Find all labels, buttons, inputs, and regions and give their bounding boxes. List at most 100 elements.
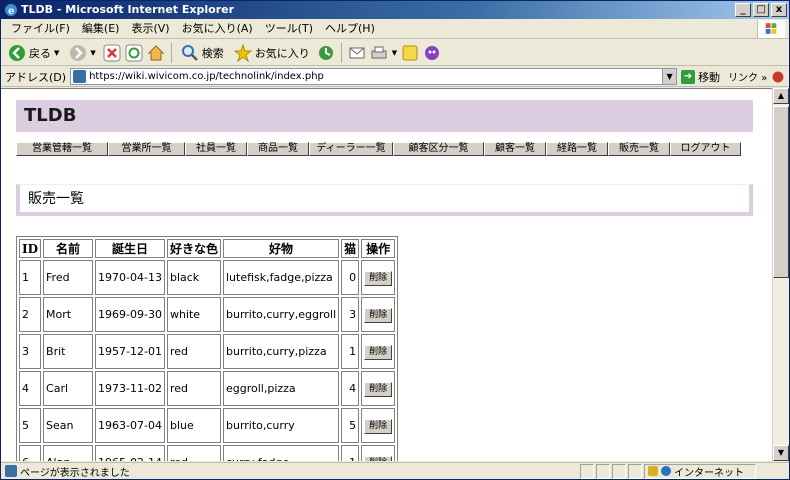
- nav-customers[interactable]: 顧客一覧: [484, 142, 546, 156]
- cell-cats: 0: [341, 260, 360, 295]
- cell-name: Mort: [43, 297, 94, 332]
- cell-actions: 削除: [361, 445, 396, 461]
- chevron-down-icon: ▼: [54, 48, 60, 57]
- cell-cats: 1: [341, 334, 360, 369]
- delete-button[interactable]: 削除: [364, 455, 393, 461]
- cell-color: black: [166, 260, 221, 295]
- favorites-button[interactable]: お気に入り: [231, 42, 313, 64]
- cell-cats: 3: [341, 297, 360, 332]
- status-cell: [612, 463, 626, 479]
- address-bar: アドレス(D) https://wiki.wivicom.co.jp/techn…: [1, 67, 789, 87]
- delete-button[interactable]: 削除: [364, 418, 393, 434]
- translate-icon[interactable]: [771, 70, 785, 84]
- vertical-scrollbar[interactable]: ▲ ▼: [772, 88, 789, 461]
- standard-toolbar: 戻る ▼ ▼ 検索 お気に入り ▼: [1, 40, 789, 66]
- delete-button[interactable]: 削除: [364, 344, 393, 360]
- scroll-up-icon[interactable]: ▲: [773, 88, 789, 104]
- go-arrow-icon: ➜: [681, 69, 696, 84]
- nav-products[interactable]: 商品一覧: [247, 142, 309, 156]
- zone-label: インターネット: [674, 467, 744, 479]
- links-button[interactable]: リンク »: [724, 69, 767, 84]
- cell-cats: 4: [341, 371, 360, 406]
- nav-sales[interactable]: 販売一覧: [608, 142, 670, 156]
- table-row: 4 Carl 1973-11-02 red eggroll,pizza 4 削除: [19, 371, 396, 406]
- cell-name: Alan: [43, 445, 94, 461]
- col-favorite-color: 好きな色: [166, 239, 221, 258]
- forward-button[interactable]: ▼: [66, 42, 98, 64]
- chevron-down-icon: ▼: [90, 48, 96, 57]
- menu-help[interactable]: ヘルプ(H): [319, 19, 381, 39]
- delete-button[interactable]: 削除: [364, 381, 393, 397]
- chevron-down-icon[interactable]: ▼: [662, 69, 677, 84]
- home-icon[interactable]: [147, 44, 165, 62]
- lock-icon: [648, 466, 658, 476]
- cell-cats: 5: [341, 408, 360, 443]
- cell-actions: 削除: [361, 408, 396, 443]
- nav-sales-jurisdiction[interactable]: 営業管轄一覧: [16, 142, 108, 156]
- menu-view[interactable]: 表示(V): [125, 19, 175, 39]
- cell-actions: 削除: [361, 260, 396, 295]
- sales-table: ID 名前 誕生日 好きな色 好物 猫 操作 1 Fred 1970-04-13 bl…: [16, 236, 399, 461]
- delete-button[interactable]: 削除: [364, 270, 393, 286]
- maximize-button[interactable]: □: [753, 3, 769, 17]
- title-bar: e TLDB - Microsoft Internet Explorer _ □…: [1, 1, 789, 19]
- nav-logout[interactable]: ログアウト: [670, 142, 741, 156]
- cell-food: lutefisk,fadge,pizza: [222, 260, 340, 295]
- menu-tools[interactable]: ツール(T): [259, 19, 319, 39]
- cell-birthday: 1973-11-02: [95, 371, 165, 406]
- close-button[interactable]: x: [771, 3, 787, 17]
- cell-name: Fred: [43, 260, 94, 295]
- cell-food: curry,fadge: [222, 445, 340, 461]
- nav-sales-office[interactable]: 営業所一覧: [108, 142, 185, 156]
- address-input[interactable]: https://wiki.wivicom.co.jp/technolink/in…: [70, 68, 678, 85]
- cell-id: 1: [19, 260, 42, 295]
- menu-bar: ファイル(F) 編集(E) 表示(V) お気に入り(A) ツール(T) ヘルプ(…: [1, 19, 789, 39]
- chevron-down-icon[interactable]: ▼: [392, 49, 397, 57]
- nav-employees[interactable]: 社員一覧: [185, 142, 247, 156]
- window-controls: _ □ x: [735, 3, 787, 17]
- go-button[interactable]: ➜ 移動: [681, 69, 720, 85]
- cell-cats: 1: [341, 445, 360, 461]
- scroll-down-icon[interactable]: ▼: [773, 445, 789, 461]
- back-button[interactable]: 戻る ▼: [5, 42, 62, 64]
- stop-icon[interactable]: [103, 44, 121, 62]
- ie-logo-icon: e: [5, 4, 17, 17]
- minimize-button[interactable]: _: [735, 3, 751, 17]
- svg-text:e: e: [8, 6, 14, 17]
- nav-customer-categories[interactable]: 顧客区分一覧: [393, 142, 484, 156]
- col-favorite-food: 好物: [222, 239, 340, 258]
- refresh-icon[interactable]: [125, 44, 143, 62]
- nav-routes[interactable]: 経路一覧: [546, 142, 608, 156]
- main-nav: 営業管轄一覧 営業所一覧 社員一覧 商品一覧 ディーラー一覧 顧客区分一覧 顧客…: [16, 142, 741, 156]
- col-actions: 操作: [361, 239, 396, 258]
- table-row: 6Alan1965-02-14redcurry,fadge1 削除: [19, 445, 396, 461]
- cell-id: 4: [19, 371, 42, 406]
- messenger-icon[interactable]: [423, 44, 441, 62]
- cell-name: Carl: [43, 371, 94, 406]
- search-button[interactable]: 検索: [178, 42, 227, 64]
- cell-food: burrito,curry,pizza: [222, 334, 340, 369]
- table-row: 2 Mort 1969-09-30 white burrito,curry,eggrol…: [19, 297, 396, 332]
- cell-id: 3: [19, 334, 42, 369]
- address-label: アドレス(D): [5, 70, 67, 84]
- menu-edit[interactable]: 編集(E): [76, 19, 126, 39]
- notes-icon[interactable]: [401, 44, 419, 62]
- print-icon[interactable]: [370, 44, 388, 62]
- cell-id: 5: [19, 408, 42, 443]
- history-icon[interactable]: [317, 44, 335, 62]
- globe-icon: [661, 466, 671, 476]
- cell-birthday: 1957-12-01: [95, 334, 165, 369]
- menu-file[interactable]: ファイル(F): [5, 19, 76, 39]
- favorites-label: お気に入り: [254, 46, 310, 60]
- col-id: ID: [19, 239, 42, 258]
- mail-icon[interactable]: [348, 44, 366, 62]
- nav-dealers[interactable]: ディーラー一覧: [309, 142, 393, 156]
- scroll-thumb[interactable]: [773, 106, 789, 278]
- cell-food: burrito,curry: [222, 408, 340, 443]
- cell-actions: 削除: [361, 334, 396, 369]
- delete-button[interactable]: 削除: [364, 307, 393, 323]
- page-icon: [73, 70, 87, 83]
- menu-favorites[interactable]: お気に入り(A): [176, 19, 259, 39]
- cell-color: blue: [166, 408, 221, 443]
- page-content: TLDB 営業管轄一覧 営業所一覧 社員一覧 商品一覧 ディーラー一覧 顧客区分…: [16, 100, 759, 461]
